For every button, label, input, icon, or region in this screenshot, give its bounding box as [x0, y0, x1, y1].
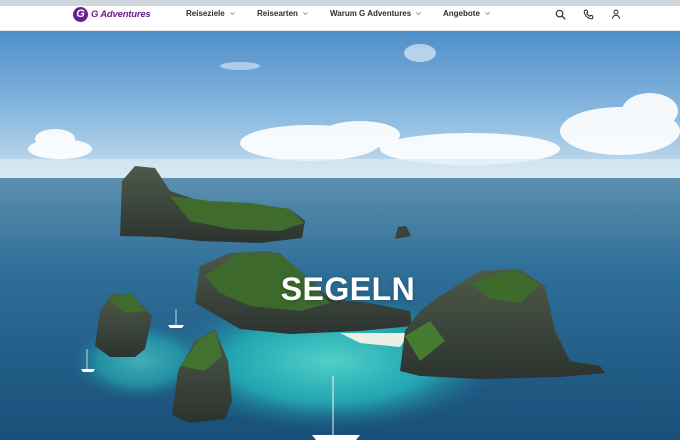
top-navigation-bar: G G Adventures Reiseziele Reisearten War… — [0, 6, 680, 31]
chevron-down-icon — [484, 10, 491, 17]
phone-button[interactable] — [581, 7, 595, 21]
nav-item-reisearten[interactable]: Reisearten — [257, 9, 309, 18]
nav-item-angebote[interactable]: Angebote — [443, 9, 491, 18]
hero-background-image — [0, 31, 680, 440]
search-button[interactable] — [553, 7, 567, 21]
nav-item-label: Reiseziele — [186, 9, 225, 18]
phone-icon — [583, 9, 594, 20]
logo-text: G Adventures — [91, 8, 151, 20]
search-icon — [555, 9, 566, 20]
nav-item-warum-g-adventures[interactable]: Warum G Adventures — [330, 9, 422, 18]
hero-title: SEGELN — [280, 271, 416, 307]
nav-item-label: Angebote — [443, 9, 480, 18]
chevron-down-icon — [229, 10, 236, 17]
chevron-down-icon — [302, 10, 309, 17]
chevron-down-icon — [415, 10, 422, 17]
nav-item-reiseziele[interactable]: Reiseziele — [186, 9, 236, 18]
logo-mark: G — [73, 6, 88, 22]
user-icon — [611, 9, 621, 20]
nav-item-label: Reisearten — [257, 9, 298, 18]
account-button[interactable] — [609, 7, 623, 21]
nav-item-label: Warum G Adventures — [330, 9, 412, 18]
hero-banner: SEGELN — [0, 31, 680, 440]
brand-logo[interactable]: G G Adventures — [73, 6, 151, 22]
